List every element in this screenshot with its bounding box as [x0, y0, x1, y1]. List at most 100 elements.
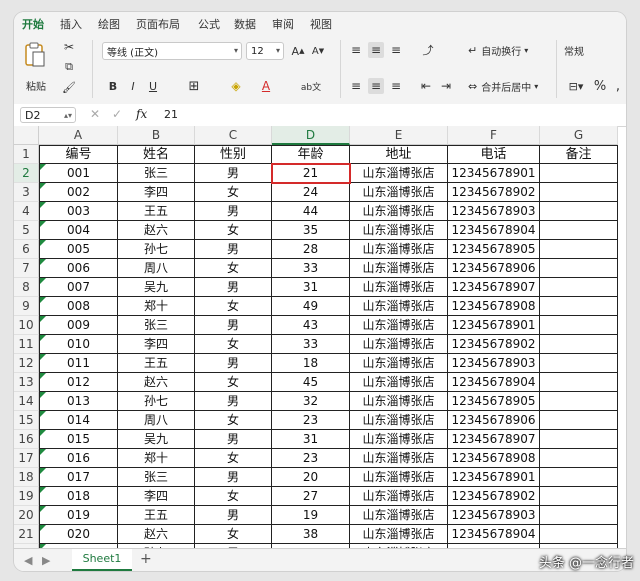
table-cell[interactable]: 李四: [118, 183, 195, 202]
table-cell[interactable]: [540, 335, 618, 354]
table-cell[interactable]: 李四: [118, 487, 195, 506]
orientation-icon[interactable]: ⤴: [418, 42, 438, 58]
row-header[interactable]: 17: [14, 449, 39, 468]
table-cell[interactable]: 12345678904: [448, 373, 540, 392]
table-cell[interactable]: [540, 183, 618, 202]
header-cell[interactable]: 电话: [448, 145, 540, 164]
table-cell[interactable]: [540, 449, 618, 468]
tab-draw[interactable]: 绘图: [98, 16, 120, 32]
copy-icon[interactable]: ⧉: [62, 60, 76, 74]
table-cell[interactable]: 女: [195, 183, 272, 202]
table-cell[interactable]: 男: [195, 468, 272, 487]
align-right-icon[interactable]: ≡: [388, 78, 404, 94]
table-cell[interactable]: [540, 411, 618, 430]
align-middle-icon[interactable]: ≡: [368, 42, 384, 58]
table-cell[interactable]: 男: [195, 392, 272, 411]
table-cell[interactable]: [540, 221, 618, 240]
decrease-font-icon[interactable]: A ▼: [310, 43, 326, 59]
table-cell[interactable]: 004: [39, 221, 118, 240]
prev-sheet-icon[interactable]: ◀: [24, 554, 32, 567]
table-cell[interactable]: 女: [195, 259, 272, 278]
table-cell[interactable]: 山东淄博张店: [350, 297, 448, 316]
table-cell[interactable]: [540, 392, 618, 411]
row-header[interactable]: 3: [14, 183, 39, 202]
table-cell[interactable]: 男: [195, 202, 272, 221]
table-cell[interactable]: 赵六: [118, 221, 195, 240]
decrease-indent-icon[interactable]: ⇤: [418, 78, 434, 94]
comma-icon[interactable]: ,: [612, 78, 624, 94]
table-cell[interactable]: 33: [272, 335, 350, 354]
header-cell[interactable]: 编号: [39, 145, 118, 164]
table-cell[interactable]: 吴九: [118, 430, 195, 449]
table-cell[interactable]: 013: [39, 392, 118, 411]
table-cell[interactable]: 男: [195, 316, 272, 335]
table-cell[interactable]: 山东淄博张店: [350, 164, 448, 183]
table-cell[interactable]: 赵六: [118, 525, 195, 544]
table-cell[interactable]: 015: [39, 430, 118, 449]
row-header[interactable]: 7: [14, 259, 39, 278]
table-cell[interactable]: 山东淄博张店: [350, 373, 448, 392]
row-header[interactable]: 5: [14, 221, 39, 240]
header-cell[interactable]: 性别: [195, 145, 272, 164]
number-format-select[interactable]: 常规: [564, 42, 624, 58]
bold-button[interactable]: B: [106, 78, 120, 94]
table-cell[interactable]: 山东淄博张店: [350, 411, 448, 430]
table-cell[interactable]: 31: [272, 278, 350, 297]
sheet-tab-sheet1[interactable]: Sheet1: [72, 549, 132, 571]
tab-view[interactable]: 视图: [310, 16, 332, 32]
table-cell[interactable]: 张三: [118, 468, 195, 487]
font-color-icon[interactable]: A: [258, 78, 274, 94]
table-cell[interactable]: 017: [39, 468, 118, 487]
table-cell[interactable]: 12345678906: [448, 259, 540, 278]
table-cell[interactable]: 男: [195, 164, 272, 183]
table-cell[interactable]: 016: [39, 449, 118, 468]
table-cell[interactable]: 赵六: [118, 373, 195, 392]
table-cell[interactable]: 女: [195, 411, 272, 430]
table-cell[interactable]: 郑十: [118, 297, 195, 316]
table-cell[interactable]: 男: [195, 240, 272, 259]
table-cell[interactable]: [540, 297, 618, 316]
table-cell[interactable]: 山东淄博张店: [350, 183, 448, 202]
table-cell[interactable]: 20: [272, 468, 350, 487]
row-header[interactable]: 9: [14, 297, 39, 316]
row-header[interactable]: 10: [14, 316, 39, 335]
table-cell[interactable]: [540, 430, 618, 449]
table-cell[interactable]: 12345678902: [448, 183, 540, 202]
column-header-g[interactable]: G: [540, 126, 618, 145]
table-cell[interactable]: 35: [272, 221, 350, 240]
table-cell[interactable]: 010: [39, 335, 118, 354]
select-all-corner[interactable]: [14, 126, 39, 145]
table-cell[interactable]: [540, 278, 618, 297]
table-cell[interactable]: 吴九: [118, 278, 195, 297]
table-cell[interactable]: 001: [39, 164, 118, 183]
tab-page-layout[interactable]: 页面布局: [136, 16, 180, 32]
tab-data[interactable]: 数据: [234, 16, 256, 32]
table-cell[interactable]: [540, 525, 618, 544]
table-cell[interactable]: [540, 468, 618, 487]
table-cell[interactable]: 12345678901: [448, 468, 540, 487]
column-header-f[interactable]: F: [448, 126, 540, 145]
table-cell[interactable]: 12345678901: [448, 164, 540, 183]
table-cell[interactable]: 12345678907: [448, 278, 540, 297]
table-cell[interactable]: 002: [39, 183, 118, 202]
table-cell[interactable]: 12345678906: [448, 411, 540, 430]
table-cell[interactable]: 23: [272, 411, 350, 430]
table-cell[interactable]: 山东淄博张店: [350, 525, 448, 544]
row-header[interactable]: 18: [14, 468, 39, 487]
table-cell[interactable]: 山东淄博张店: [350, 487, 448, 506]
table-cell[interactable]: [540, 487, 618, 506]
row-header[interactable]: 6: [14, 240, 39, 259]
table-cell[interactable]: 山东淄博张店: [350, 430, 448, 449]
add-sheet-button[interactable]: +: [140, 551, 152, 567]
table-cell[interactable]: 49: [272, 297, 350, 316]
table-cell[interactable]: 008: [39, 297, 118, 316]
table-cell[interactable]: 周八: [118, 411, 195, 430]
table-cell[interactable]: 王五: [118, 506, 195, 525]
table-cell[interactable]: 山东淄博张店: [350, 259, 448, 278]
tab-formulas[interactable]: 公式: [198, 16, 220, 32]
table-cell[interactable]: 45: [272, 373, 350, 392]
row-header[interactable]: 8: [14, 278, 39, 297]
table-cell[interactable]: [540, 240, 618, 259]
table-cell[interactable]: 12345678903: [448, 354, 540, 373]
table-cell[interactable]: 12345678903: [448, 202, 540, 221]
